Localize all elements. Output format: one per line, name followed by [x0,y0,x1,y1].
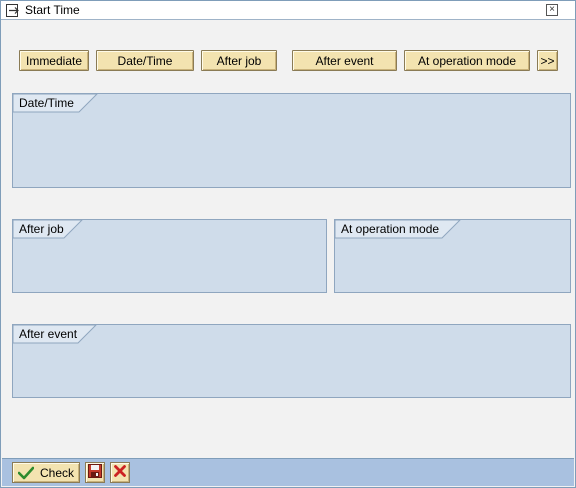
cancel-button[interactable] [110,462,130,483]
close-button[interactable]: × [546,4,558,16]
after-job-group-title: After job [19,222,64,236]
start-time-dialog: Start Time × Immediate Date/Time After j… [0,0,576,488]
datetime-group: Date/Time [12,93,571,188]
title-bar: Start Time × [1,1,575,20]
immediate-button[interactable]: Immediate [19,50,89,71]
check-button[interactable]: Check [12,462,80,483]
at-operation-mode-button[interactable]: At operation mode [404,50,530,71]
footer-toolbar: Check [2,458,574,486]
check-button-label: Check [40,465,75,480]
datetime-group-title: Date/Time [19,96,74,110]
after-job-group: After job [12,219,327,293]
save-icon [88,464,102,481]
cancel-icon [114,465,126,480]
after-event-group-title: After event [19,327,78,341]
after-job-button[interactable]: After job [201,50,277,71]
at-operation-mode-group: At operation mode [334,219,571,293]
datetime-button[interactable]: Date/Time [96,50,194,71]
after-event-button[interactable]: After event [292,50,397,71]
checkmark-icon [17,466,35,480]
window-title: Start Time [25,3,80,17]
more-button[interactable]: >> [537,50,558,71]
save-button[interactable] [85,462,105,483]
at-operation-mode-group-title: At operation mode [341,222,440,236]
after-event-group: After event [12,324,571,398]
window-icon [6,4,20,17]
